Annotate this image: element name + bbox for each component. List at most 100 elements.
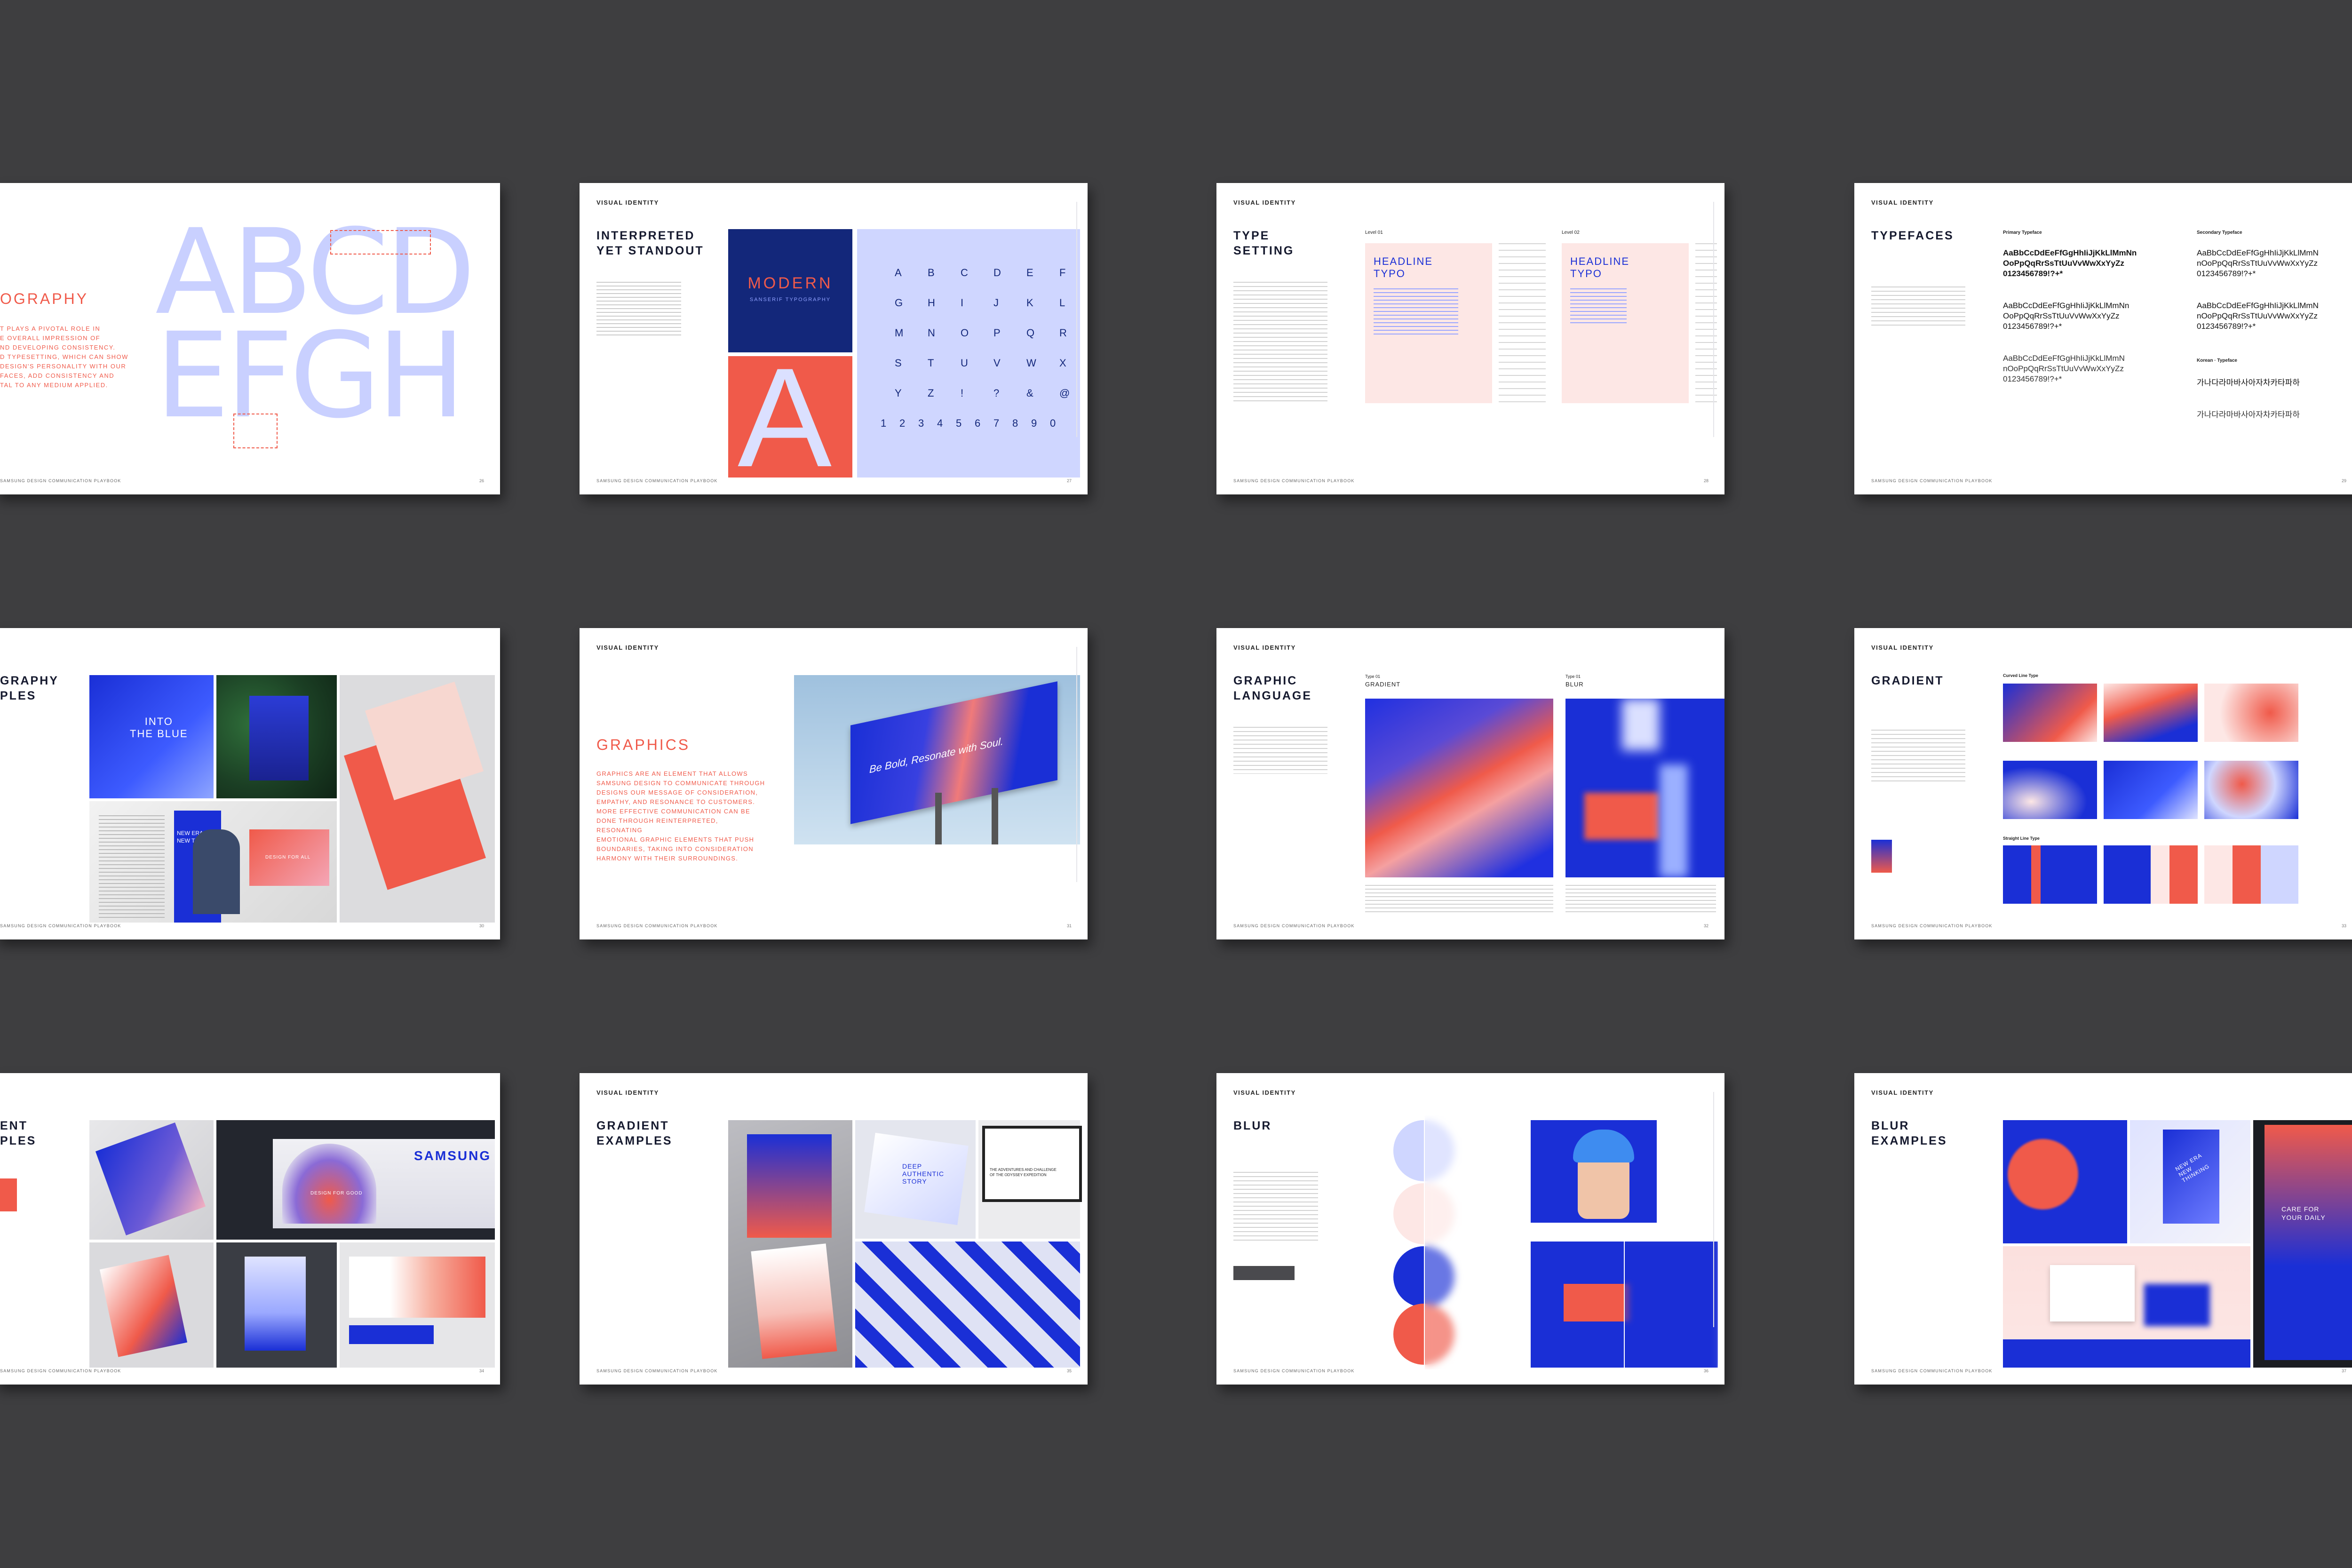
page-graphics: VISUAL IDENTITY GRAPHICS GRAPHICS ARE AN…	[580, 628, 1088, 939]
glyph: 6	[975, 417, 981, 429]
glyph: D	[993, 267, 1001, 279]
glyph: N	[928, 327, 935, 339]
body-text	[1233, 1172, 1318, 1242]
glyph: @	[1059, 387, 1070, 399]
glyph: 5	[956, 417, 962, 429]
new-era-spread-image: NEW ERA NEW THINKING DESIGN FOR ALL	[89, 801, 337, 923]
header: VISUAL IDENTITY	[596, 1089, 659, 1096]
glyph: C	[961, 267, 968, 279]
page-number: 32	[1703, 923, 1708, 928]
page-interpreted: VISUAL IDENTITY INTERPRETED YET STANDOUT…	[580, 183, 1088, 494]
header: VISUAL IDENTITY	[1871, 644, 1934, 651]
glyph: R	[1059, 327, 1067, 339]
notebook-image	[89, 1120, 214, 1240]
glyph-grid	[857, 229, 1080, 478]
glyph: 3	[918, 417, 924, 429]
glyph: L	[1059, 297, 1065, 309]
page-title: BLUR	[1233, 1119, 1272, 1132]
glyph: Y	[895, 387, 902, 399]
footer: SAMSUNG DESIGN COMMUNICATION PLAYBOOK	[1871, 923, 1993, 928]
gradient-swatch	[2204, 845, 2298, 904]
billboard-image: Be Bold, Resonate with Soul.	[794, 675, 1080, 844]
body-text	[1233, 282, 1327, 404]
brochure-image	[728, 1120, 852, 1368]
page-typefaces: VISUAL IDENTITY TYPEFACES Primary Typefa…	[1854, 183, 2352, 494]
page-number: 35	[1066, 1369, 1072, 1373]
poster-plants-image	[216, 675, 337, 798]
letters-bottom: EFGH	[155, 307, 465, 444]
typography-title: OGRAPHY	[0, 290, 89, 307]
poster-circle-image	[2003, 1120, 2127, 1243]
portrait-image	[1531, 1120, 1657, 1223]
glyph: 7	[993, 417, 1000, 429]
glyph: 9	[1031, 417, 1037, 429]
footer: SAMSUNG DESIGN COMMUNICATION PLAYBOOK	[1233, 478, 1355, 483]
glyph: 2	[899, 417, 906, 429]
footer: SAMSUNG DESIGN COMMUNICATION PLAYBOOK	[596, 1369, 718, 1373]
page-graphic-language: VISUAL IDENTITY GRAPHIC LANGUAGE Type 01…	[1216, 628, 1724, 939]
gradient-swatch	[2104, 684, 2198, 742]
glyph: A	[895, 267, 902, 279]
header: VISUAL IDENTITY	[1233, 199, 1296, 206]
footer: SAMSUNG DESIGN COMMUNICATION PLAYBOOK	[596, 478, 718, 483]
korean-label: Korean · Typeface	[2197, 358, 2237, 363]
glyph: E	[1026, 267, 1033, 279]
headline-typo-1: HEADLINE TYPO	[1374, 255, 1433, 279]
page-title: GRAPHY PLES	[0, 674, 59, 702]
book-new-era-image: NEW ERA NEW THINKING	[2130, 1120, 2250, 1243]
page-title: GRAPHIC LANGUAGE	[1233, 674, 1312, 702]
page-gradient-examples: VISUAL IDENTITY GRADIENT EXAMPLES DEEP A…	[580, 1073, 1088, 1385]
page-blur-examples: VISUAL IDENTITY BLUR EXAMPLES NEW ERA NE…	[1854, 1073, 2352, 1385]
header: VISUAL IDENTITY	[596, 199, 659, 206]
modern-title: MODERN	[747, 274, 833, 292]
primary-light-sample: AaBbCcDdEeFfGgHhIiJjKkLlMmN nOoPpQqRrSsT…	[2003, 354, 2125, 383]
page-title: GRADIENT	[1871, 674, 1944, 687]
secondary-sample-2: AaBbCcDdEeFfGgHhIiJjKkLlMmN nOoPpQqRrSsT…	[2197, 301, 2319, 331]
glyph: 4	[937, 417, 943, 429]
poster-stand-image	[216, 1242, 337, 1368]
level-1-label: Level 01	[1365, 230, 1383, 235]
modern-sub: SANSERIF TYPOGRAPHY	[749, 297, 831, 302]
korean-sample-2: 가나다라마바사아자차카타파하	[2197, 410, 2300, 419]
glyph: P	[993, 327, 1001, 339]
page-divider	[1076, 647, 1077, 882]
glyph: 0	[1050, 417, 1056, 429]
page-title: ENT PLES	[0, 1119, 37, 1147]
page-gradient-examples-left: ENT PLES SAMSUNG DESIGN FOR GOOD SAMSUNG…	[0, 1073, 500, 1385]
level-2-label: Level 02	[1562, 230, 1580, 235]
page-number: 30	[479, 923, 484, 928]
into-the-blue-image: INTO THE BLUE	[89, 675, 214, 798]
glyph: U	[961, 357, 968, 369]
glyph: J	[993, 297, 999, 309]
card-stack-image	[89, 1242, 214, 1368]
page-number: 37	[2341, 1369, 2346, 1373]
secondary-sample-1: AaBbCcDdEeFfGgHhIiJjKkLlMmN nOoPpQqRrSsT…	[2197, 248, 2319, 278]
page-divider	[1076, 202, 1077, 437]
page-number: 28	[1703, 478, 1708, 483]
page-divider	[1713, 202, 1714, 437]
body-text	[1233, 727, 1327, 774]
footer: SAMSUNG DESIGN COMMUNICATION PLAYBOOK	[1871, 478, 1993, 483]
blur-overlay	[1424, 1115, 1467, 1369]
footer: SAMSUNG DESIGN COMMUNICATION PLAYBOOK	[0, 478, 121, 483]
graphics-title: GRAPHICS	[596, 736, 691, 753]
gradient-thumb	[1871, 840, 1892, 873]
glyph: F	[1059, 267, 1066, 279]
modern-panel: MODERN SANSERIF TYPOGRAPHY	[728, 229, 852, 352]
page-type-setting: VISUAL IDENTITY TYPE SETTING Level 01 Le…	[1216, 183, 1724, 494]
glyph: Q	[1026, 327, 1035, 339]
book-coral-image	[340, 675, 495, 923]
page-title: TYPE SETTING	[1233, 229, 1295, 257]
page-number: 34	[479, 1369, 484, 1373]
web-page-image	[340, 1242, 495, 1368]
page-title: INTERPRETED YET STANDOUT	[596, 229, 704, 257]
glyph: X	[1059, 357, 1066, 369]
page-typography-examples: GRAPHY PLES INTO THE BLUE NEW ERA NEW TH…	[0, 628, 500, 939]
footer: SAMSUNG DESIGN COMMUNICATION PLAYBOOK	[1233, 923, 1355, 928]
guide-box-bottom	[233, 414, 278, 448]
glyph: H	[928, 297, 935, 309]
lightbox-image: CARE FOR YOUR DAILY	[2253, 1120, 2352, 1368]
primary-medium-sample: AaBbCcDdEeFfGgHhIiJjKkLlMmNn OoPpQqRrSsT…	[2003, 301, 2130, 331]
blur-sample	[1565, 699, 1724, 877]
gradient-swatch	[2003, 845, 2097, 904]
